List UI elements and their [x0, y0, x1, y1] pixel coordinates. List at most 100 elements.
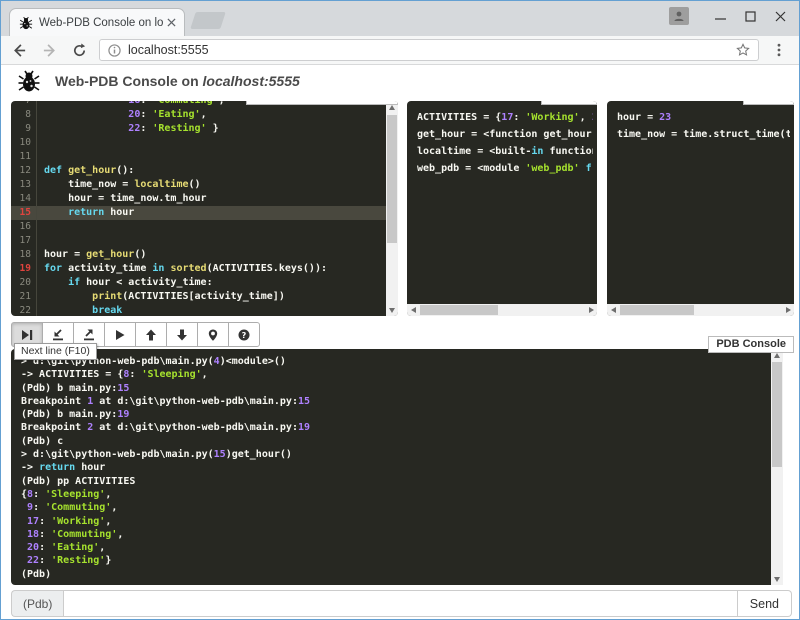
- line-number[interactable]: 11: [11, 150, 37, 164]
- toolbar-button-up[interactable]: [135, 322, 167, 347]
- console-scrollbar[interactable]: [771, 349, 783, 585]
- scrollbar-thumb[interactable]: [620, 305, 694, 315]
- locals-line: hour = 23: [617, 109, 790, 126]
- back-icon[interactable]: [7, 38, 31, 62]
- url-bar[interactable]: localhost:5555: [99, 39, 759, 61]
- code-line: 14 hour = time_now.tm_hour: [11, 192, 398, 206]
- person-icon: [673, 10, 685, 22]
- url-text[interactable]: localhost:5555: [128, 43, 736, 57]
- line-number[interactable]: 20: [11, 276, 37, 290]
- toolbar-button-where[interactable]: [197, 322, 229, 347]
- reload-icon[interactable]: [67, 38, 91, 62]
- code-line: 19for activity_time in sorted(ACTIVITIES…: [11, 262, 398, 276]
- step-out-icon: [83, 329, 95, 341]
- line-number[interactable]: 13: [11, 178, 37, 192]
- code-text: def get_hour():: [37, 164, 398, 178]
- command-input-row: (Pdb) Send: [11, 590, 792, 617]
- browser-menu-icon[interactable]: [767, 38, 791, 62]
- tab-title: Web-PDB Console on lo: [39, 17, 164, 29]
- scrollbar-thumb[interactable]: [772, 362, 782, 467]
- code-line: 13 time_now = localtime(): [11, 178, 398, 192]
- scroll-right-icon[interactable]: [585, 304, 597, 316]
- toolbar-button-help[interactable]: ?: [228, 322, 260, 347]
- console-line: 18: 'Commuting',: [21, 528, 761, 541]
- locals-label: Locals: [743, 101, 794, 105]
- scrollbar-thumb[interactable]: [420, 305, 498, 315]
- console-line: -> return hour: [21, 461, 761, 474]
- new-tab-button[interactable]: [190, 12, 226, 29]
- console-line: (Pdb) b main.py:15: [21, 382, 761, 395]
- send-button[interactable]: Send: [738, 590, 792, 617]
- forward-icon[interactable]: [37, 38, 61, 62]
- globals-lines: ACTIVITIES = {17: 'Working', 18: 'Commut…: [407, 101, 597, 177]
- console-line: Breakpoint 2 at d:\git\python-web-pdb\ma…: [21, 421, 761, 434]
- console-line: > d:\git\python-web-pdb\main.py(15)get_h…: [21, 448, 761, 461]
- line-number[interactable]: 12: [11, 164, 37, 178]
- code-line: 15 return hour: [11, 206, 398, 220]
- line-number[interactable]: 22: [11, 304, 37, 316]
- profile-button[interactable]: [669, 7, 689, 25]
- console-line: (Pdb) c: [21, 435, 761, 448]
- code-line: 17: [11, 234, 398, 248]
- code-line: 9 22: 'Resting' }: [11, 122, 398, 136]
- scroll-down-icon[interactable]: [771, 573, 783, 585]
- scroll-left-icon[interactable]: [607, 304, 619, 316]
- browser-tab[interactable]: Web-PDB Console on lo: [9, 8, 185, 36]
- arrow-down-icon: [176, 329, 188, 341]
- close-button[interactable]: [765, 3, 795, 29]
- console-line: (Pdb) b main.py:19: [21, 408, 761, 421]
- locals-scrollbar[interactable]: [607, 304, 794, 316]
- console-line: {8: 'Sleeping',: [21, 488, 761, 501]
- scroll-down-icon[interactable]: [386, 304, 398, 316]
- maximize-button[interactable]: [735, 3, 765, 29]
- code-line: 12def get_hour():: [11, 164, 398, 178]
- locals-lines: hour = 23time_now = time.struct_time(tm_…: [607, 101, 794, 143]
- globals-line: get_hour = <function get_hour at 0x0000: [417, 126, 593, 143]
- console-line: Breakpoint 1 at d:\git\python-web-pdb\ma…: [21, 395, 761, 408]
- page-info-icon[interactable]: [108, 44, 121, 57]
- line-number[interactable]: 16: [11, 220, 37, 234]
- console-line: 17: 'Working',: [21, 515, 761, 528]
- toolbar-button-continue[interactable]: [104, 322, 136, 347]
- line-number[interactable]: 10: [11, 136, 37, 150]
- pdb-prompt-addon: (Pdb): [11, 590, 63, 617]
- code-line: 21 print(ACTIVITIES[activity_time]): [11, 290, 398, 304]
- line-number[interactable]: 14: [11, 192, 37, 206]
- breakpoint-line-number[interactable]: 19: [11, 262, 37, 276]
- code-text: 20: 'Eating',: [37, 108, 398, 122]
- globals-line: localtime = <built-in function localtime…: [417, 143, 593, 160]
- globals-scrollbar[interactable]: [407, 304, 597, 316]
- current-file-label: Current file:main.py(15): [246, 101, 398, 105]
- code-scrollbar[interactable]: [386, 101, 398, 316]
- code-text: if hour < activity_time:: [37, 276, 398, 290]
- scroll-left-icon[interactable]: [407, 304, 419, 316]
- line-number[interactable]: 8: [11, 108, 37, 122]
- code-text: print(ACTIVITIES[activity_time]): [37, 290, 398, 304]
- code-text: [37, 150, 398, 164]
- tab-close-icon[interactable]: [164, 16, 178, 30]
- bookmark-star-icon[interactable]: [736, 43, 750, 57]
- address-bar-row: localhost:5555: [1, 36, 799, 65]
- console-line: > d:\git\python-web-pdb\main.py(4)<modul…: [21, 355, 761, 368]
- code-text: [37, 136, 398, 150]
- line-number[interactable]: 17: [11, 234, 37, 248]
- console-line: 20: 'Eating',: [21, 541, 761, 554]
- code-text: break: [37, 304, 398, 316]
- code-line: 8 20: 'Eating',: [11, 108, 398, 122]
- console-output: > d:\git\python-web-pdb\main.py(4)<modul…: [11, 349, 771, 585]
- breakpoint-line-number[interactable]: 15: [11, 206, 37, 220]
- line-number[interactable]: 9: [11, 122, 37, 136]
- command-input[interactable]: [63, 590, 737, 617]
- scrollbar-thumb[interactable]: [387, 115, 397, 243]
- page-title: Web-PDB Console on localhost:5555: [55, 73, 300, 89]
- tooltip: Next line (F10): [14, 343, 97, 360]
- question-icon: ?: [238, 329, 250, 341]
- toolbar-button-down[interactable]: [166, 322, 198, 347]
- favicon-bug-icon: [19, 16, 33, 30]
- line-number[interactable]: 21: [11, 290, 37, 304]
- line-number[interactable]: 18: [11, 248, 37, 262]
- scroll-right-icon[interactable]: [782, 304, 794, 316]
- map-marker-icon: [207, 329, 219, 341]
- minimize-button[interactable]: [705, 3, 735, 29]
- line-number[interactable]: 7: [11, 101, 37, 108]
